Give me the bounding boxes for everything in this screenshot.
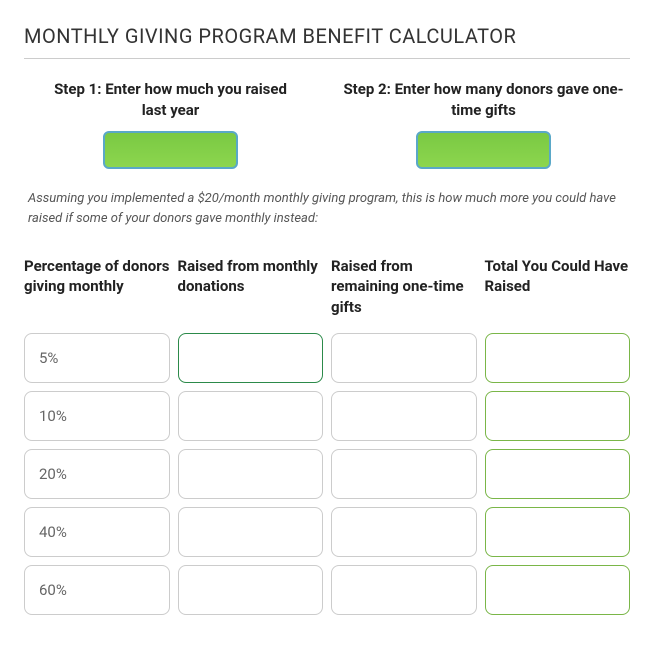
onetime-cell xyxy=(331,507,477,557)
onetime-cell xyxy=(331,449,477,499)
step-1-label: Step 1: Enter how much you raisedlast ye… xyxy=(24,79,317,121)
step-2-label: Step 2: Enter how many donors gave one-t… xyxy=(337,79,630,121)
percent-cell: 5% xyxy=(24,333,170,383)
percent-cell: 40% xyxy=(24,507,170,557)
percent-cell: 60% xyxy=(24,565,170,615)
total-cell xyxy=(485,565,631,615)
col-header-total: Total You Could Have Raised xyxy=(485,256,631,325)
monthly-cell xyxy=(178,565,324,615)
total-cell xyxy=(485,507,631,557)
assumption-text: Assuming you implemented a $20/month mon… xyxy=(24,189,630,228)
col-header-onetime: Raised from remaining one-time gifts xyxy=(331,256,477,325)
total-cell xyxy=(485,333,631,383)
percent-cell: 20% xyxy=(24,449,170,499)
monthly-cell xyxy=(178,391,324,441)
steps-row: Step 1: Enter how much you raisedlast ye… xyxy=(24,79,630,169)
step-2: Step 2: Enter how many donors gave one-t… xyxy=(337,79,630,169)
one-time-donors-input[interactable] xyxy=(416,131,551,169)
total-cell xyxy=(485,391,631,441)
results-grid: Percentage of donors giving monthly Rais… xyxy=(24,256,630,615)
raised-last-year-input[interactable] xyxy=(103,131,238,169)
monthly-cell xyxy=(178,449,324,499)
onetime-cell xyxy=(331,333,477,383)
onetime-cell xyxy=(331,565,477,615)
percent-cell: 10% xyxy=(24,391,170,441)
onetime-cell xyxy=(331,391,477,441)
total-cell xyxy=(485,449,631,499)
col-header-percent: Percentage of donors giving monthly xyxy=(24,256,170,325)
monthly-cell xyxy=(178,333,324,383)
col-header-monthly: Raised from monthly donations xyxy=(178,256,324,325)
step-1: Step 1: Enter how much you raisedlast ye… xyxy=(24,79,317,169)
monthly-cell xyxy=(178,507,324,557)
page-title: MONTHLY GIVING PROGRAM BENEFIT CALCULATO… xyxy=(24,24,630,59)
